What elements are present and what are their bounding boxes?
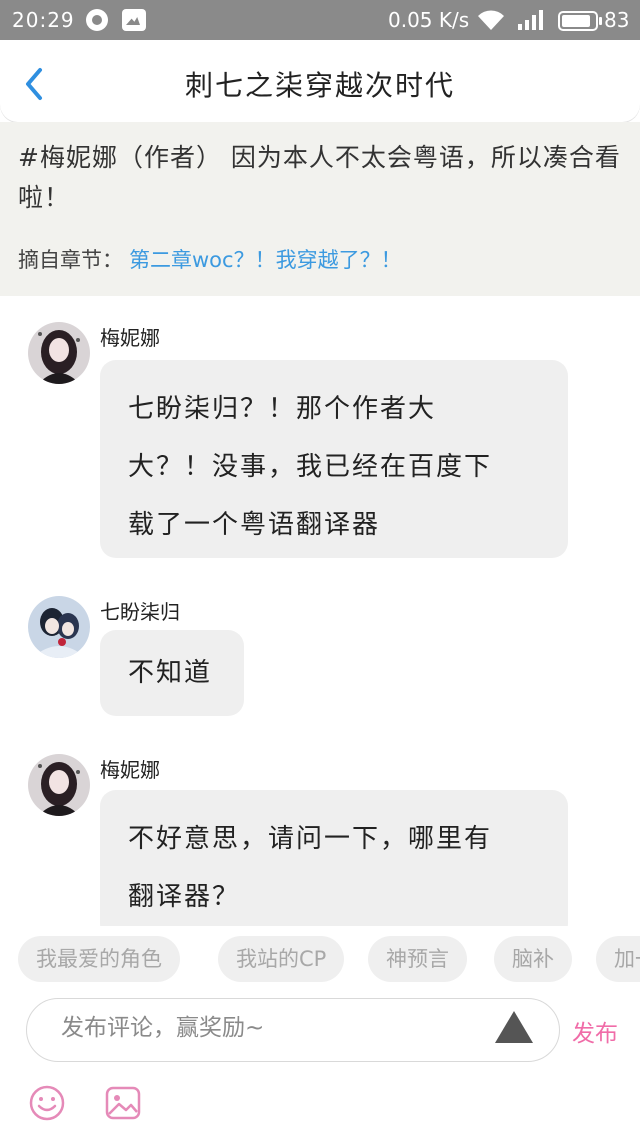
signal-icon bbox=[518, 10, 543, 30]
status-bar: 20:29 0.05 K/s 83 bbox=[0, 0, 640, 40]
comment-line: 载了一个粤语翻译器 bbox=[128, 510, 381, 540]
comment-bubble[interactable]: 七盼柒归？！那个作者大 大？！没事，我已经在百度下 载了一个粤语翻译器 bbox=[100, 360, 568, 558]
comment-line: 不好意思，请问一下，哪里有 bbox=[128, 824, 493, 854]
chapter-link[interactable]: 第二章woc？！我穿越了？！ bbox=[129, 248, 402, 272]
quoted-text: #梅妮娜（作者） 因为本人不太会粤语，所以凑合看啦！ bbox=[18, 143, 621, 212]
battery-icon bbox=[558, 11, 602, 31]
tag-chip[interactable]: 脑补 bbox=[494, 936, 572, 982]
chapter-label: 摘自章节： bbox=[18, 248, 123, 272]
tag-chip[interactable]: 我最爱的角色 bbox=[18, 936, 180, 982]
comment-input[interactable] bbox=[61, 1015, 481, 1041]
avatar[interactable] bbox=[28, 596, 90, 658]
comment-line: 七盼柒归？！那个作者大 bbox=[128, 394, 437, 424]
network-speed: 0.05 K/s bbox=[388, 8, 470, 32]
quick-tags: 我最爱的角色 我站的CP 神预言 脑补 加一 bbox=[0, 926, 640, 992]
comment-line: 大？！没事，我已经在百度下 bbox=[128, 452, 493, 482]
image-icon[interactable] bbox=[104, 1084, 142, 1122]
avatar[interactable] bbox=[28, 754, 90, 816]
status-time: 20:29 bbox=[12, 8, 75, 32]
comment-line: 不知道 bbox=[128, 658, 213, 688]
image-notification-icon bbox=[122, 9, 146, 31]
avatar[interactable] bbox=[28, 322, 90, 384]
comment-line: 翻译器？ bbox=[128, 882, 241, 912]
comment-author[interactable]: 梅妮娜 bbox=[100, 754, 160, 783]
chapter-source: 摘自章节： 第二章woc？！我穿越了？！ bbox=[18, 244, 402, 274]
tag-chip[interactable]: 我站的CP bbox=[218, 936, 345, 982]
comment-bubble[interactable]: 不知道 bbox=[100, 630, 244, 716]
comment-author[interactable]: 梅妮娜 bbox=[100, 322, 160, 351]
tag-chip[interactable]: 加一 bbox=[596, 936, 640, 982]
comment-author[interactable]: 七盼柒归 bbox=[100, 596, 180, 625]
wifi-icon bbox=[478, 10, 504, 30]
comment-input-box[interactable] bbox=[26, 998, 560, 1062]
top-nav-bar: 刺七之柒穿越次时代 bbox=[0, 40, 640, 122]
notification-icon bbox=[86, 9, 108, 31]
tag-chip[interactable]: 神预言 bbox=[368, 936, 467, 982]
triangle-up-icon[interactable] bbox=[493, 1009, 535, 1045]
page-title: 刺七之柒穿越次时代 bbox=[184, 69, 455, 102]
quoted-passage: #梅妮娜（作者） 因为本人不太会粤语，所以凑合看啦！ 摘自章节： 第二章woc？！… bbox=[0, 122, 640, 296]
comment-bubble[interactable]: 不好意思，请问一下，哪里有 翻译器？ bbox=[100, 790, 568, 940]
publish-button[interactable]: 发布 bbox=[572, 1014, 618, 1048]
emoji-icon[interactable] bbox=[28, 1084, 66, 1122]
battery-level: 83 bbox=[604, 8, 630, 32]
